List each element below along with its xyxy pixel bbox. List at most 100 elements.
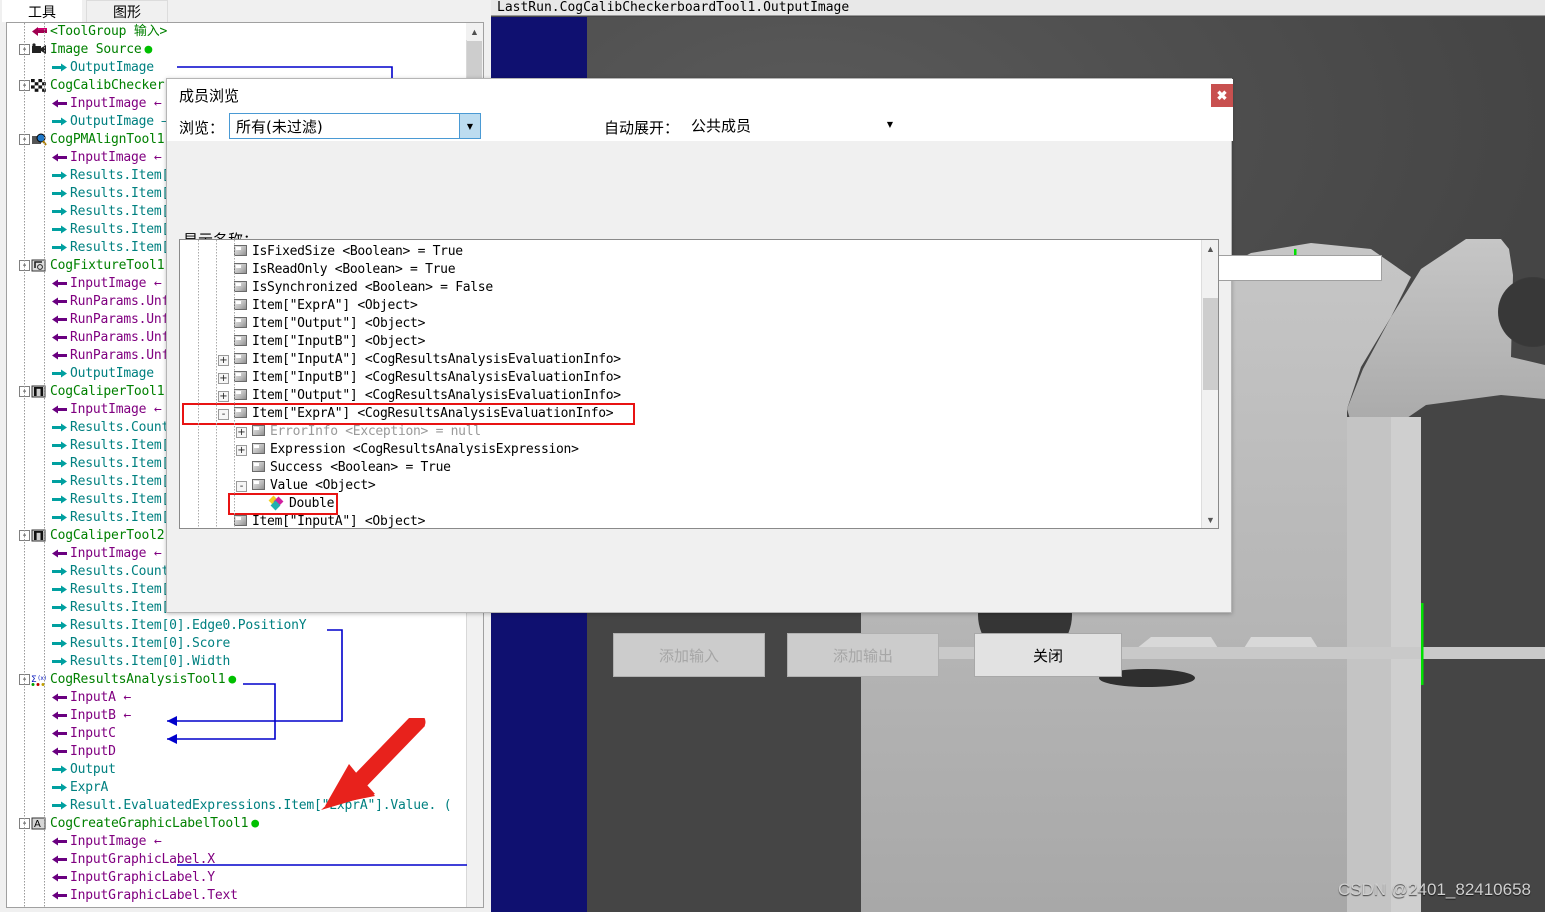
close-icon[interactable]: ✖ <box>1211 84 1233 107</box>
browse-filter-select[interactable]: 所有(未过滤) ▼ <box>229 113 481 139</box>
svg-text:A: A <box>34 819 41 830</box>
in-arrow-icon <box>51 151 67 165</box>
member-expander-icon[interactable]: + <box>218 373 229 384</box>
auto-expand-select[interactable]: 公共成员 ▼ <box>685 113 897 139</box>
member-tree-row[interactable]: Item["InputA"] <Object> <box>180 513 1202 529</box>
property-icon <box>234 245 247 256</box>
tree-item[interactable]: InputA ← <box>7 689 468 707</box>
tree-item[interactable]: Results.Item[0].Edge0.PositionY <box>7 617 468 635</box>
in-arrow-icon <box>51 403 67 417</box>
add-output-button[interactable]: 添加输出 <box>787 633 939 677</box>
tree-item[interactable]: <ToolGroup 输入> <box>7 23 468 41</box>
in-arrow-icon <box>51 889 67 903</box>
tree-item[interactable]: InputBoolean <box>7 905 468 907</box>
member-tree-row[interactable]: Item["ExprA"] <Object> <box>180 297 1202 315</box>
member-tree-row[interactable]: IsFixedSize <Boolean> = True <box>180 243 1202 261</box>
tree-item-label: CogCreateGraphicLabelTool1 <box>50 816 249 831</box>
member-expander-icon[interactable]: + <box>236 445 247 456</box>
member-label: Item["InputA"] <Object> <box>252 514 426 529</box>
tree-item-label: Results.Item[ <box>70 222 170 237</box>
member-label: IsFixedSize <Boolean> = True <box>252 244 463 259</box>
scrollbar-thumb[interactable] <box>1203 298 1218 390</box>
member-row-content: Item["InputB"] <Object> <box>234 334 425 349</box>
tree-item-label: Results.Item[0].Width <box>70 654 231 669</box>
tree-item[interactable]: InputGraphicLabel.Text <box>7 887 468 905</box>
member-tree-row[interactable]: + Item["Output"] <CogResultsAnalysisEvalu… <box>180 387 1202 405</box>
tree-item-label: Output <box>70 762 116 777</box>
dialog-title: 成员浏览 <box>179 87 240 105</box>
member-tree-row[interactable]: Success <Boolean> = True <box>180 459 1202 477</box>
scroll-up-icon[interactable]: ▲ <box>466 23 483 40</box>
out-arrow-icon <box>51 475 67 489</box>
property-icon <box>234 371 247 382</box>
member-expander-icon[interactable]: - <box>236 481 247 492</box>
member-tree-row[interactable]: IsSynchronized <Boolean> = False <box>180 279 1202 297</box>
member-tree-row[interactable]: IsReadOnly <Boolean> = True <box>180 261 1202 279</box>
tree-item-label: RunParams.Unf <box>70 312 170 327</box>
member-tree-row[interactable]: + Item["InputB"] <CogResultsAnalysisEvalu… <box>180 369 1202 387</box>
in-arrow-icon <box>51 853 67 867</box>
member-tree-scrollbar[interactable]: ▲ ▼ <box>1201 240 1218 528</box>
member-expander-icon[interactable]: + <box>218 355 229 366</box>
member-row-content: Expression <CogResultsAnalysisExpression… <box>252 442 579 457</box>
member-label: Item["InputA"] <CogResultsAnalysisEvalua… <box>252 352 621 367</box>
tree-item[interactable]: Results.Item[0].Width <box>7 653 468 671</box>
tree-item-label: InputImage ← <box>70 402 162 417</box>
member-row-content: ErrorInfo <Exception> = null <box>252 424 481 439</box>
member-tree-container: IsFixedSize <Boolean> = True IsReadOnly <… <box>179 239 1219 529</box>
tab-tools[interactable]: 工具 <box>2 0 82 22</box>
tree-item[interactable]: InputImage ← <box>7 833 468 851</box>
dialog-titlebar[interactable]: 成员浏览 ✖ <box>167 79 1233 111</box>
member-label: Expression <CogResultsAnalysisExpression… <box>270 442 579 457</box>
member-label: Item["ExprA"] <Object> <box>252 298 418 313</box>
chevron-down-icon[interactable]: ▼ <box>887 120 893 129</box>
member-row-content: IsFixedSize <Boolean> = True <box>234 244 463 259</box>
watermark-text: CSDN @2401_82410658 <box>1337 880 1531 899</box>
member-tree-row[interactable]: - Item["ExprA"] <CogResultsAnalysisEvalua… <box>180 405 1202 423</box>
in-arrow-icon <box>51 727 67 741</box>
member-tree-row[interactable]: Item["Output"] <Object> <box>180 315 1202 333</box>
tree-item-label: RunParams.Unf <box>70 348 170 363</box>
property-icon <box>252 479 265 490</box>
chevron-down-icon[interactable]: ▼ <box>459 114 480 138</box>
tree-item-label: CogPMAlignTool1 <box>50 132 165 147</box>
in-arrow-icon <box>51 313 67 327</box>
tree-item[interactable]: Results.Item[0].Score <box>7 635 468 653</box>
tree-item[interactable]: InputGraphicLabel.Y <box>7 869 468 887</box>
tree-item-label: InputA ← <box>70 690 132 705</box>
tree-item[interactable]: -Σ(x)CogResultsAnalysisTool1● <box>7 671 468 689</box>
member-tree-row[interactable]: - Value <Object> <box>180 477 1202 495</box>
member-tree-row[interactable]: Double <box>180 495 1202 513</box>
tab-graphics[interactable]: 图形 <box>86 0 168 22</box>
tree-item[interactable]: -Image Source● <box>7 41 468 59</box>
member-row-content: Value <Object> <box>252 478 376 493</box>
tree-item[interactable]: InputGraphicLabel.X <box>7 851 468 869</box>
member-tree[interactable]: IsFixedSize <Boolean> = True IsReadOnly <… <box>180 240 1202 529</box>
out-arrow-icon <box>51 763 67 777</box>
member-expander-icon[interactable]: + <box>236 427 247 438</box>
member-row-content: Item["Output"] <CogResultsAnalysisEvalua… <box>234 388 621 403</box>
tree-item-label: OutputImage <box>70 366 154 381</box>
member-tree-row[interactable]: + Expression <CogResultsAnalysisExpressio… <box>180 441 1202 459</box>
member-tree-row[interactable]: + Item["InputA"] <CogResultsAnalysisEvalu… <box>180 351 1202 369</box>
tree-item-label: InputBoolean <box>70 905 162 907</box>
member-expander-icon[interactable]: + <box>218 391 229 402</box>
member-expander-icon[interactable]: - <box>218 409 229 420</box>
close-button[interactable]: 关闭 <box>974 633 1122 677</box>
member-label: Item["Output"] <CogResultsAnalysisEvalua… <box>252 388 621 403</box>
property-icon <box>234 317 247 328</box>
auto-expand-label: 自动展开： <box>604 119 680 137</box>
scroll-up-icon[interactable]: ▲ <box>1202 240 1218 257</box>
out-arrow-icon <box>51 187 67 201</box>
tree-item-label: Results.Count <box>70 564 170 579</box>
add-input-button[interactable]: 添加输入 <box>613 633 765 677</box>
member-tree-guide-line <box>216 240 217 528</box>
member-tree-row[interactable]: + ErrorInfo <Exception> = null <box>180 423 1202 441</box>
tree-item-label: OutputImage <box>70 60 154 75</box>
scroll-down-icon[interactable]: ▼ <box>1202 511 1218 528</box>
member-tree-row[interactable]: Item["InputB"] <Object> <box>180 333 1202 351</box>
tree-item[interactable]: OutputImage <box>7 59 468 77</box>
member-tree-guide-line <box>234 240 235 528</box>
member-row-content: Item["Output"] <Object> <box>234 316 425 331</box>
auto-expand-value: 公共成员 <box>691 117 752 135</box>
